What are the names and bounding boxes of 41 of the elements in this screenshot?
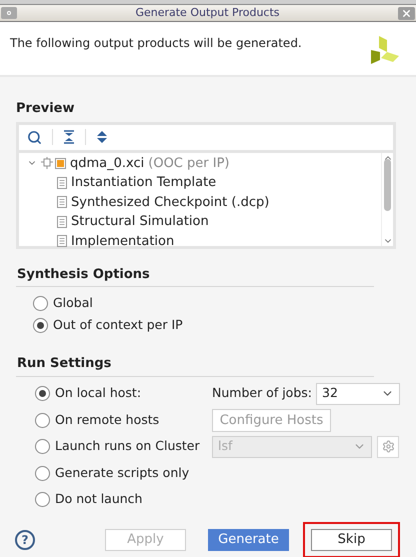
radio-label[interactable]: Generate scripts only xyxy=(55,464,190,483)
search-icon[interactable] xyxy=(27,130,42,144)
section-title: Preview xyxy=(16,100,76,118)
radio-label[interactable]: Out of context per IP xyxy=(53,316,183,334)
dialog-button[interactable]: Skip xyxy=(311,529,392,551)
chip-icon xyxy=(41,157,53,170)
jobs-label: Number of jobs: xyxy=(212,384,312,402)
logo-icon xyxy=(371,36,401,66)
radio-button[interactable] xyxy=(33,318,48,332)
radio-button[interactable] xyxy=(35,386,50,402)
section-title: Run Settings xyxy=(16,355,112,373)
section-title: Synthesis Options xyxy=(16,266,151,284)
radio-button[interactable] xyxy=(35,466,50,481)
radio-label[interactable]: Do not launch xyxy=(55,490,142,510)
close-icon[interactable] xyxy=(398,6,415,20)
file-icon xyxy=(57,176,67,189)
window-menu-icon[interactable] xyxy=(1,7,17,20)
tree-item[interactable]: Instantiation Template xyxy=(71,173,216,192)
expand-all-icon[interactable] xyxy=(96,130,108,144)
scrollbar[interactable] xyxy=(381,152,393,246)
ip-icon xyxy=(55,158,66,169)
tree-item[interactable]: Synthesized Checkpoint (.dcp) xyxy=(71,192,270,212)
file-icon xyxy=(57,216,67,228)
dialog-button[interactable]: Generate xyxy=(208,529,289,551)
header-message: The following output products will be generated. xyxy=(10,35,302,52)
collapse-all-icon[interactable] xyxy=(63,130,75,144)
jobs-dropdown[interactable]: 32 xyxy=(316,382,400,405)
radio-label[interactable]: On remote hosts xyxy=(55,410,160,430)
tree-item[interactable]: Implementation xyxy=(71,232,174,251)
settings-icon[interactable] xyxy=(377,436,399,458)
help-button[interactable]: ? xyxy=(15,530,35,550)
radio-button[interactable] xyxy=(33,296,48,310)
file-icon xyxy=(57,196,67,208)
radio-button[interactable] xyxy=(35,492,50,508)
radio-label[interactable]: On local host: xyxy=(55,384,142,404)
tree-item-note: (OOC per IP) xyxy=(148,154,230,172)
radio-label[interactable]: Global xyxy=(53,294,93,312)
window-title: Generate Output Products xyxy=(135,4,280,21)
tree-item[interactable]: Structural Simulation xyxy=(71,212,209,232)
tree-item[interactable]: qdma_0.xci xyxy=(70,154,144,173)
radio-button[interactable] xyxy=(35,412,50,428)
